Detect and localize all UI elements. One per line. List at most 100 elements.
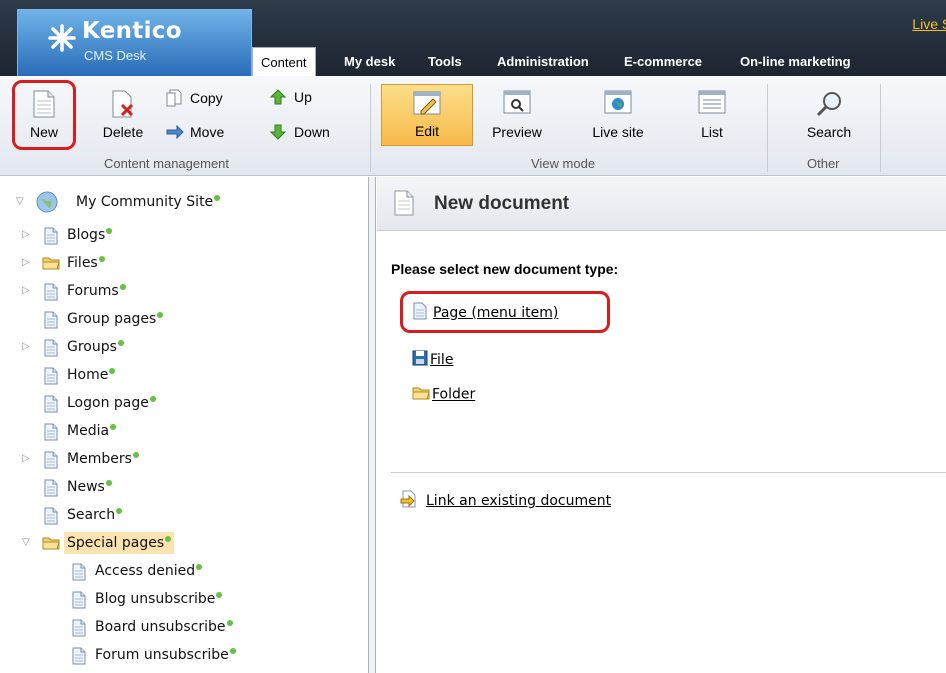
tree-item-text: Files <box>67 252 105 274</box>
tree-item-label: Group pages <box>67 311 157 327</box>
ribbon-toolbar: New Delete Copy Move Up Down Content man… <box>0 76 946 176</box>
document-icon <box>394 190 414 220</box>
up-button[interactable]: Up <box>269 89 312 109</box>
floppy-disk-icon <box>412 350 428 370</box>
down-button[interactable]: Down <box>269 124 330 144</box>
doc-type-label: File <box>430 352 454 368</box>
arrow-down-icon <box>269 124 288 143</box>
collapse-arrow-icon[interactable]: ▽ <box>16 191 28 213</box>
tree-item-label: Blogs <box>67 227 106 243</box>
doc-type-file[interactable]: File <box>412 350 453 370</box>
move-icon <box>166 124 184 142</box>
tab-content[interactable]: Content <box>252 47 316 76</box>
tree-item-label: Access denied <box>95 563 196 579</box>
status-dot <box>196 564 203 570</box>
expand-arrow-icon[interactable]: ▷ <box>22 280 34 302</box>
search-button[interactable]: Search <box>795 84 863 146</box>
tree-item-text: Search <box>67 504 123 526</box>
tab-on-line-marketing[interactable]: On-line marketing <box>740 47 851 76</box>
live-site-button[interactable]: Live site <box>585 84 651 146</box>
section-divider <box>391 472 946 473</box>
tree-item-label: Search <box>67 507 116 523</box>
document-icon <box>44 283 58 308</box>
status-dot <box>119 284 126 290</box>
document-icon <box>72 619 86 644</box>
tree-item-label: Board unsubscribe <box>95 619 226 635</box>
copy-label: Copy <box>190 90 223 107</box>
list-icon <box>698 90 726 119</box>
delete-button[interactable]: Delete <box>92 84 154 146</box>
status-dot <box>98 256 105 262</box>
tree-item-selected: Special pages <box>64 532 175 554</box>
folder-icon <box>412 385 430 404</box>
collapse-arrow-icon[interactable]: ▽ <box>22 532 34 554</box>
list-button[interactable]: List <box>688 84 736 146</box>
up-label: Up <box>294 89 312 106</box>
document-icon <box>72 591 86 616</box>
brand-name: Kentico <box>82 18 182 44</box>
link-existing-document[interactable]: Link an existing document <box>400 490 611 512</box>
document-icon <box>44 451 58 476</box>
status-dot <box>116 508 123 514</box>
copy-icon <box>166 89 184 110</box>
tree-item-text: Media <box>67 420 117 442</box>
copy-button[interactable]: Copy <box>166 89 223 109</box>
document-icon <box>44 507 58 532</box>
search-label: Search <box>806 124 852 140</box>
content-tree: ▽ My Community Site ▷ Blogs ▷ Files ▷ Forums G… <box>0 177 368 673</box>
globe-icon <box>604 90 632 119</box>
preview-button[interactable]: Preview <box>488 84 546 146</box>
expand-arrow-icon[interactable]: ▷ <box>22 252 34 274</box>
tree-item-label: Members <box>67 451 132 467</box>
status-dot <box>117 340 124 346</box>
top-bar: Kentico CMS Desk Live Site Content My de… <box>0 0 946 76</box>
expand-arrow-icon[interactable]: ▷ <box>22 336 34 358</box>
expand-arrow-icon[interactable]: ▷ <box>22 448 34 470</box>
status-dot <box>214 195 221 201</box>
status-dot <box>226 620 233 626</box>
tree-item-text: Blogs <box>67 224 113 246</box>
tab-administration[interactable]: Administration <box>497 47 589 76</box>
tree-item-text: Access denied <box>95 560 203 582</box>
edit-label: Edit <box>414 123 440 139</box>
tab-tools[interactable]: Tools <box>428 47 462 76</box>
folder-icon <box>42 535 60 557</box>
down-label: Down <box>294 124 330 141</box>
folder-icon <box>42 255 60 277</box>
tree-item-text: Members <box>67 448 139 470</box>
preview-icon <box>503 90 531 119</box>
page-header: New document <box>377 177 946 231</box>
tree-item-label: Blog unsubscribe <box>95 591 216 607</box>
live-site-link[interactable]: Live Site <box>912 16 946 32</box>
expand-arrow-icon[interactable]: ▷ <box>22 224 34 246</box>
document-icon <box>44 395 58 420</box>
tree-item-label: Forum unsubscribe <box>95 647 229 663</box>
group-label-content-management: Content management <box>104 156 230 171</box>
list-label: List <box>701 124 723 140</box>
doc-type-prompt: Please select new document type: <box>391 261 619 277</box>
edit-button[interactable]: Edit <box>381 84 473 146</box>
globe-icon <box>36 191 58 220</box>
delete-document-icon <box>110 90 136 121</box>
highlight-new-button <box>12 80 76 150</box>
status-dot <box>132 452 139 458</box>
tree-item-text: Board unsubscribe <box>95 616 233 638</box>
status-dot <box>157 312 164 318</box>
doc-type-folder[interactable]: Folder <box>412 385 475 404</box>
link-document-icon <box>400 490 418 512</box>
tab-my-desk[interactable]: My desk <box>344 47 395 76</box>
tab-e-commerce[interactable]: E-commerce <box>624 47 702 76</box>
tree-item-label: Files <box>67 255 98 271</box>
tree-item-text: Forum unsubscribe <box>95 644 236 666</box>
edit-icon <box>413 91 441 120</box>
tree-item-text: News <box>67 476 112 498</box>
tree-item-label: Special pages <box>67 535 165 551</box>
move-button[interactable]: Move <box>166 124 224 144</box>
pane-splitter[interactable] <box>368 177 376 673</box>
document-icon <box>72 563 86 588</box>
status-dot <box>229 648 236 654</box>
search-icon <box>815 90 843 121</box>
ribbon-separator <box>370 84 371 172</box>
tree-item-label: Home <box>67 367 109 383</box>
status-dot <box>165 536 172 542</box>
